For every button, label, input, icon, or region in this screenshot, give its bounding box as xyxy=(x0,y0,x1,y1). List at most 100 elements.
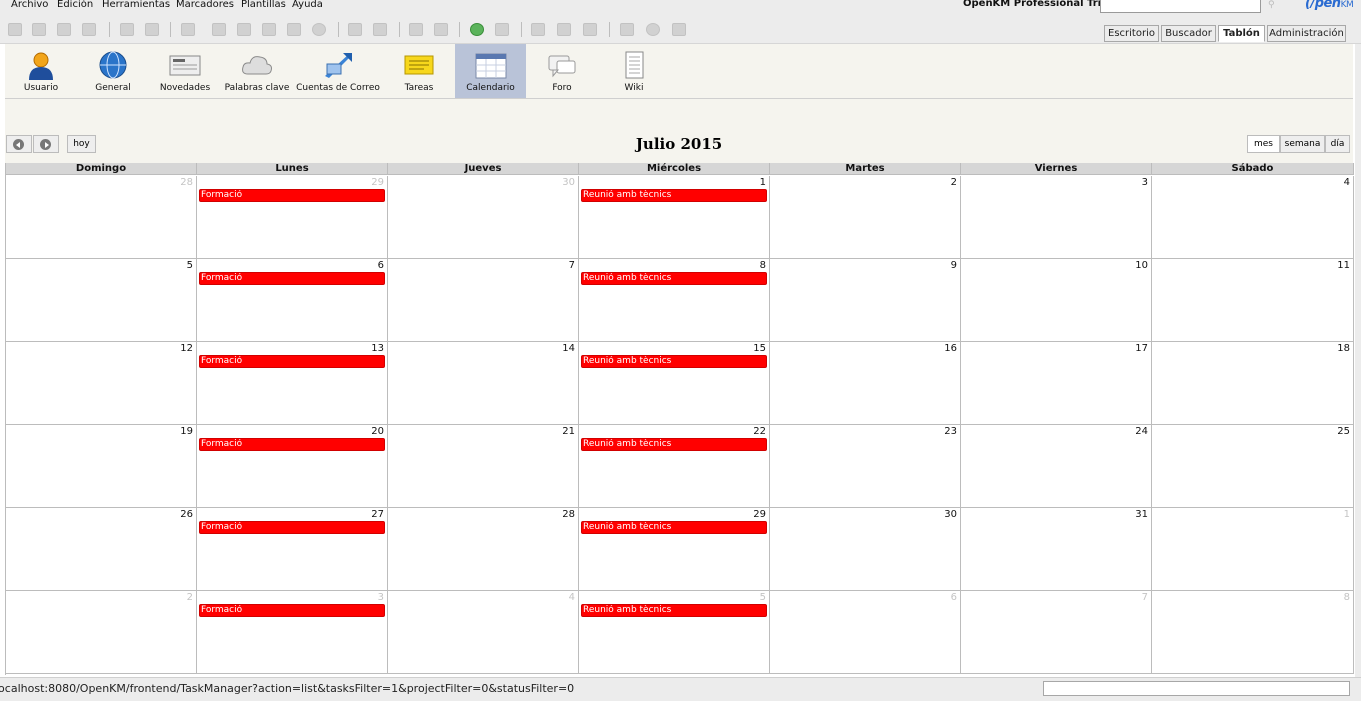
day-cell[interactable]: 3 Formació xyxy=(197,591,388,674)
menu-marcadores[interactable]: Marcadores xyxy=(176,0,234,11)
day-cell[interactable]: 15 Reunió amb tècnics xyxy=(579,342,770,425)
day-cell[interactable]: 30 xyxy=(770,508,961,591)
toolbar-icon-19[interactable] xyxy=(583,23,597,36)
view-week-button[interactable]: semana xyxy=(1280,135,1325,153)
day-cell[interactable]: 10 xyxy=(961,259,1152,342)
day-cell[interactable]: 7 xyxy=(388,259,579,342)
calendar-event[interactable]: Reunió amb tècnics xyxy=(581,355,767,368)
toolbar-icon-6[interactable] xyxy=(145,23,159,36)
day-cell[interactable]: 22 Reunió amb tècnics xyxy=(579,425,770,508)
app-foro[interactable]: Foro xyxy=(526,44,598,98)
day-cell[interactable]: 17 xyxy=(961,342,1152,425)
tab-administracion[interactable]: Administración xyxy=(1267,25,1346,42)
toolbar-icon-9[interactable] xyxy=(237,23,251,36)
day-cell[interactable]: 30 xyxy=(388,176,579,259)
toolbar-icon-8[interactable] xyxy=(212,23,226,36)
view-month-button[interactable]: mes xyxy=(1247,135,1280,153)
toolbar-icon-2[interactable] xyxy=(32,23,46,36)
day-cell[interactable]: 23 xyxy=(770,425,961,508)
toolbar-icon-11[interactable] xyxy=(287,23,301,36)
calendar-event[interactable]: Reunió amb tècnics xyxy=(581,438,767,451)
calendar-event[interactable]: Reunió amb tècnics xyxy=(581,521,767,534)
day-cell[interactable]: 12 xyxy=(6,342,197,425)
day-cell[interactable]: 6 Formació xyxy=(197,259,388,342)
day-cell[interactable]: 19 xyxy=(6,425,197,508)
day-cell[interactable]: 26 xyxy=(6,508,197,591)
day-cell[interactable]: 4 xyxy=(1152,176,1354,259)
day-cell[interactable]: 8 Reunió amb tècnics xyxy=(579,259,770,342)
app-calendario[interactable]: Calendario xyxy=(455,44,526,98)
day-cell[interactable]: 29 Reunió amb tècnics xyxy=(579,508,770,591)
calendar-event[interactable]: Formació xyxy=(199,604,385,617)
day-cell[interactable]: 14 xyxy=(388,342,579,425)
day-cell[interactable]: 29 Formació xyxy=(197,176,388,259)
day-cell[interactable]: 3 xyxy=(961,176,1152,259)
search-input[interactable] xyxy=(1100,0,1261,13)
day-cell[interactable]: 25 xyxy=(1152,425,1354,508)
app-palabras-clave[interactable]: Palabras clave xyxy=(221,44,293,98)
day-cell[interactable]: 11 xyxy=(1152,259,1354,342)
day-cell[interactable]: 16 xyxy=(770,342,961,425)
home-icon[interactable] xyxy=(495,23,509,36)
toolbar-icon-12[interactable] xyxy=(312,23,326,36)
calendar-event[interactable]: Reunió amb tècnics xyxy=(581,604,767,617)
toolbar-icon-7[interactable] xyxy=(181,23,195,36)
toolbar-icon-5[interactable] xyxy=(120,23,134,36)
calendar-event[interactable]: Formació xyxy=(199,355,385,368)
forward-icon[interactable] xyxy=(672,23,686,36)
calendar-event[interactable]: Formació xyxy=(199,438,385,451)
back-icon[interactable] xyxy=(620,23,634,36)
menu-edicion[interactable]: Edición xyxy=(57,0,93,11)
app-usuario[interactable]: Usuario xyxy=(5,44,77,98)
day-cell[interactable]: 13 Formació xyxy=(197,342,388,425)
day-cell[interactable]: 31 xyxy=(961,508,1152,591)
day-cell[interactable]: 24 xyxy=(961,425,1152,508)
toolbar-icon-15[interactable] xyxy=(409,23,423,36)
tab-escritorio[interactable]: Escritorio xyxy=(1104,25,1159,42)
day-cell[interactable]: 18 xyxy=(1152,342,1354,425)
day-cell[interactable]: 1 xyxy=(1152,508,1354,591)
toolbar-icon-1[interactable] xyxy=(8,23,22,36)
app-cuentas-correo[interactable]: Cuentas de Correo xyxy=(293,44,383,98)
toolbar-icon-17[interactable] xyxy=(531,23,545,36)
day-cell[interactable]: 20 Formació xyxy=(197,425,388,508)
toolbar-icon-13[interactable] xyxy=(348,23,362,36)
day-cell[interactable]: 5 xyxy=(6,259,197,342)
refresh-icon[interactable] xyxy=(470,23,484,36)
toolbar-icon-14[interactable] xyxy=(373,23,387,36)
menu-herramientas[interactable]: Herramientas xyxy=(102,0,170,11)
app-tareas[interactable]: Tareas xyxy=(383,44,455,98)
calendar-event[interactable]: Formació xyxy=(199,272,385,285)
calendar-event[interactable]: Formació xyxy=(199,521,385,534)
app-general[interactable]: General xyxy=(77,44,149,98)
calendar-event[interactable]: Reunió amb tècnics xyxy=(581,189,767,202)
day-cell[interactable]: 28 xyxy=(6,176,197,259)
menu-ayuda[interactable]: Ayuda xyxy=(292,0,323,11)
menu-plantillas[interactable]: Plantillas xyxy=(241,0,286,11)
toolbar-icon-16[interactable] xyxy=(434,23,448,36)
day-cell[interactable]: 4 xyxy=(388,591,579,674)
toolbar-icon-3[interactable] xyxy=(57,23,71,36)
app-wiki[interactable]: Wiki xyxy=(598,44,670,98)
day-cell[interactable]: 6 xyxy=(770,591,961,674)
calendar-event[interactable]: Formació xyxy=(199,189,385,202)
tab-buscador[interactable]: Buscador xyxy=(1161,25,1216,42)
toolbar-icon-18[interactable] xyxy=(557,23,571,36)
day-cell[interactable]: 2 xyxy=(6,591,197,674)
day-cell[interactable]: 9 xyxy=(770,259,961,342)
day-cell[interactable]: 1 Reunió amb tècnics xyxy=(579,176,770,259)
day-cell[interactable]: 7 xyxy=(961,591,1152,674)
day-cell[interactable]: 28 xyxy=(388,508,579,591)
toolbar-icon-4[interactable] xyxy=(82,23,96,36)
view-day-button[interactable]: día xyxy=(1325,135,1350,153)
gear-icon[interactable] xyxy=(646,23,660,36)
menu-archivo[interactable]: Archivo xyxy=(11,0,48,11)
app-novedades[interactable]: Novedades xyxy=(149,44,221,98)
day-cell[interactable]: 21 xyxy=(388,425,579,508)
day-cell[interactable]: 2 xyxy=(770,176,961,259)
day-cell[interactable]: 27 Formació xyxy=(197,508,388,591)
day-cell[interactable]: 5 Reunió amb tècnics xyxy=(579,591,770,674)
tab-tablon[interactable]: Tablón xyxy=(1218,25,1265,42)
toolbar-icon-10[interactable] xyxy=(262,23,276,36)
day-cell[interactable]: 8 xyxy=(1152,591,1354,674)
